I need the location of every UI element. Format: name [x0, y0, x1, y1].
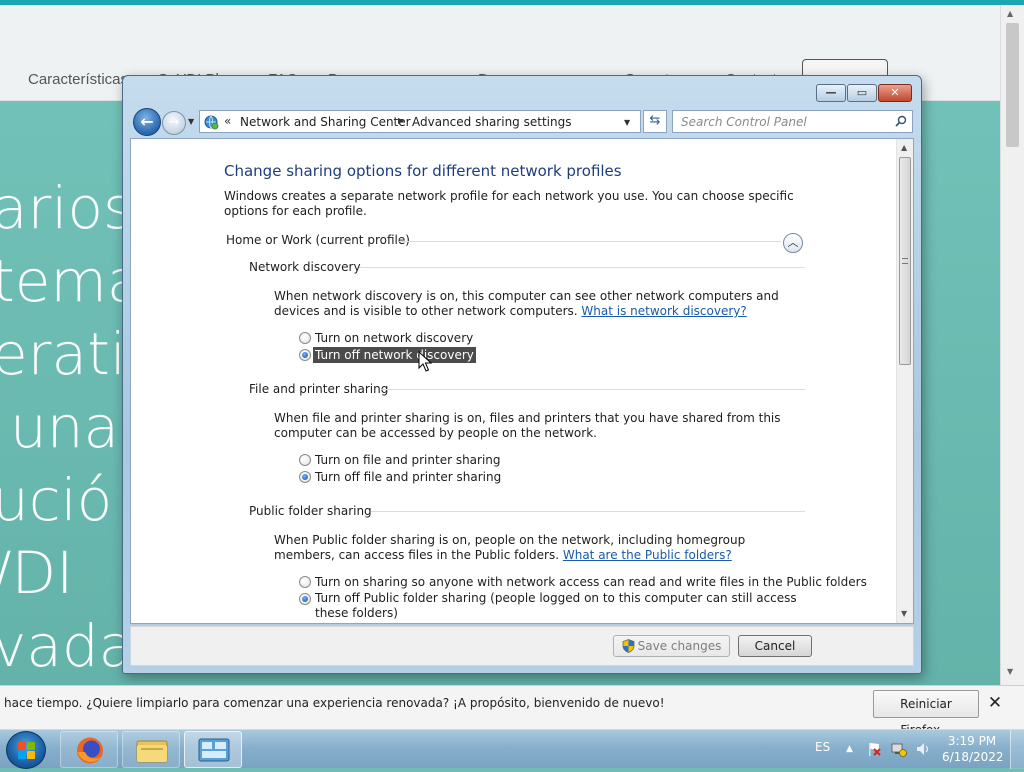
- refresh-icon: ⇆: [649, 113, 661, 128]
- forward-arrow-icon: →: [168, 115, 180, 130]
- search-placeholder: Search Control Panel: [681, 115, 807, 129]
- page-title: Change sharing options for different net…: [224, 162, 622, 180]
- save-changes-label: Save changes: [637, 639, 722, 653]
- scroll-down-arrow-icon[interactable]: ▼: [1007, 667, 1013, 676]
- profile-divider: [399, 241, 781, 242]
- refresh-button[interactable]: ⇆: [643, 110, 667, 133]
- network-discovery-description: When network discovery is on, this compu…: [274, 289, 802, 319]
- search-input[interactable]: Search Control Panel: [672, 110, 913, 133]
- address-overflow-chevron[interactable]: «: [224, 114, 231, 128]
- taskbar-explorer-button[interactable]: [122, 731, 180, 768]
- back-arrow-icon: ←: [140, 112, 154, 131]
- radio-circle[interactable]: [299, 332, 311, 344]
- mouse-pointer-icon: [418, 351, 432, 372]
- close-icon[interactable]: ✕: [984, 691, 1006, 715]
- action-center-flag-icon[interactable]: [866, 741, 882, 757]
- radio-circle-selected[interactable]: [299, 471, 311, 483]
- network-status-icon[interactable]: [891, 741, 907, 757]
- page-description: Windows creates a separate network profi…: [224, 189, 794, 218]
- windows-taskbar: ES ▲ 3:19 PM 6/18/2022: [0, 729, 1024, 769]
- public-folder-sharing-heading: Public folder sharing: [249, 504, 372, 518]
- network-discovery-heading: Network discovery: [249, 260, 361, 274]
- show-desktop-button[interactable]: [1010, 730, 1024, 769]
- radio-label[interactable]: Turn on file and printer sharing: [315, 452, 501, 468]
- content-scrollbar[interactable]: ▲ ▼: [896, 139, 913, 623]
- content-scroll-thumb[interactable]: [899, 157, 911, 365]
- forward-button[interactable]: →: [162, 111, 186, 135]
- radio-circle[interactable]: [299, 576, 311, 588]
- what-are-public-folders-link[interactable]: What are the Public folders?: [563, 548, 732, 562]
- volume-icon[interactable]: [915, 741, 931, 757]
- collapse-profile-button[interactable]: ︿: [783, 233, 803, 253]
- system-clock[interactable]: 3:19 PM 6/18/2022: [942, 733, 1004, 765]
- control-panel-icon: [198, 738, 230, 762]
- address-dropdown-icon[interactable]: ▼: [624, 118, 630, 127]
- section-divider: [381, 389, 805, 390]
- radio-label[interactable]: Turn on sharing so anyone with network a…: [315, 574, 867, 590]
- navigation-bar: ← → ▼ « Network and Sharing Center ▶ Adv…: [131, 107, 913, 137]
- breadcrumb-advanced-sharing[interactable]: Advanced sharing settings: [412, 115, 571, 129]
- recent-pages-dropdown-icon[interactable]: ▼: [188, 117, 194, 126]
- taskbar-control-panel-button[interactable]: [184, 731, 242, 768]
- firefox-icon: [77, 737, 103, 764]
- show-hidden-icons-icon[interactable]: ▲: [846, 744, 853, 754]
- start-button[interactable]: [6, 731, 46, 769]
- minimize-button[interactable]: —: [816, 84, 846, 102]
- public-folder-sharing-description: When Public folder sharing is on, people…: [274, 533, 802, 563]
- settings-content-pane: Change sharing options for different net…: [130, 138, 914, 624]
- taskbar-firefox-button[interactable]: [60, 731, 118, 768]
- scroll-grip-icon: [902, 258, 908, 264]
- close-icon: ✕: [890, 86, 900, 99]
- window-footer: Save changes Cancel: [130, 626, 914, 666]
- browser-scrollbar[interactable]: ▲ ▼: [1000, 5, 1024, 685]
- radio-label[interactable]: Turn off file and printer sharing: [315, 469, 501, 485]
- save-changes-button[interactable]: Save changes: [613, 635, 730, 657]
- radio-circle-selected[interactable]: [299, 593, 311, 605]
- back-button[interactable]: ←: [133, 108, 161, 136]
- radio-label[interactable]: Turn on network discovery: [315, 330, 473, 346]
- profile-heading[interactable]: Home or Work (current profile): [226, 233, 410, 247]
- windows-logo-icon: [18, 742, 36, 760]
- section-divider: [359, 267, 805, 268]
- radio-label[interactable]: Turn off Public folder sharing (people l…: [315, 591, 815, 621]
- reset-firefox-button[interactable]: Reiniciar Firefox...: [873, 690, 979, 737]
- close-button[interactable]: ✕: [878, 84, 912, 102]
- radio-circle[interactable]: [299, 454, 311, 466]
- address-bar[interactable]: « Network and Sharing Center ▶ Advanced …: [199, 110, 641, 133]
- radio-circle-selected[interactable]: [299, 349, 311, 361]
- maximize-icon: ▭: [856, 86, 868, 99]
- file-printer-sharing-description: When file and printer sharing is on, fil…: [274, 411, 781, 440]
- website-nav-item[interactable]: Características: [28, 71, 128, 88]
- language-indicator[interactable]: ES: [815, 740, 830, 754]
- file-printer-sharing-heading: File and printer sharing: [249, 382, 389, 396]
- radio-label[interactable]: Turn off network discovery: [313, 347, 476, 363]
- scroll-down-arrow-icon[interactable]: ▼: [901, 609, 907, 618]
- browser-scroll-thumb[interactable]: [1006, 23, 1019, 147]
- firefox-notification-bar: hace tiempo. ¿Quiere limpiarlo para come…: [0, 685, 1024, 737]
- clock-time: 3:19 PM: [947, 734, 997, 748]
- cancel-button[interactable]: Cancel: [738, 635, 812, 657]
- what-is-network-discovery-link[interactable]: What is network discovery?: [581, 304, 746, 318]
- advanced-sharing-settings-window: — ▭ ✕ ← → ▼ « Network and Sharing Center…: [122, 75, 922, 674]
- search-icon[interactable]: [895, 115, 907, 127]
- scroll-up-arrow-icon[interactable]: ▲: [1007, 9, 1013, 18]
- notification-message: hace tiempo. ¿Quiere limpiarlo para come…: [4, 696, 665, 710]
- section-divider: [371, 511, 805, 512]
- uac-shield-icon: [622, 639, 635, 653]
- breadcrumb-network-sharing-center[interactable]: Network and Sharing Center: [240, 115, 411, 129]
- network-center-icon: [204, 115, 219, 130]
- scroll-up-arrow-icon[interactable]: ▲: [901, 143, 907, 152]
- folder-icon: [136, 740, 168, 763]
- minimize-icon: —: [825, 86, 837, 99]
- maximize-button[interactable]: ▭: [847, 84, 877, 102]
- breadcrumb-separator-icon[interactable]: ▶: [398, 116, 404, 125]
- clock-date: 6/18/2022: [942, 750, 1004, 764]
- cancel-label: Cancel: [754, 639, 796, 653]
- chevron-up-icon: ︿: [787, 236, 799, 249]
- turn-off-public-folder-sharing-radio[interactable]: Turn off Public folder sharing (people l…: [299, 591, 819, 620]
